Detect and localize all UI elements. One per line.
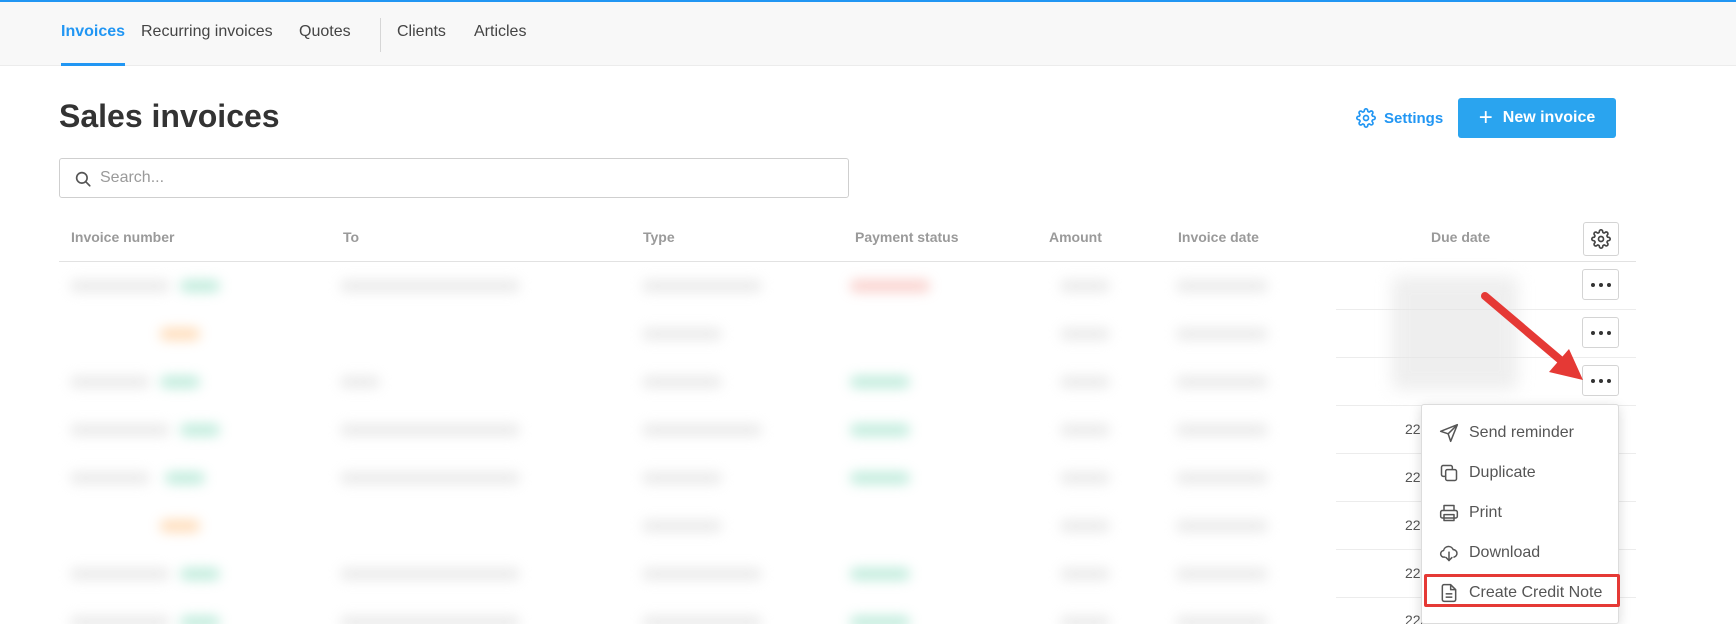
copy-icon — [1440, 464, 1458, 482]
menu-item-label: Duplicate — [1469, 464, 1536, 481]
menu-item-label: Send reminder — [1469, 424, 1574, 441]
menu-item-download[interactable]: Download — [1423, 534, 1619, 572]
send-icon — [1439, 423, 1459, 443]
menu-item-label: Create Credit Note — [1469, 584, 1603, 601]
menu-item-create-credit-note[interactable]: Create Credit Note — [1423, 574, 1619, 612]
document-icon — [1441, 583, 1457, 603]
download-icon — [1439, 545, 1458, 562]
printer-icon — [1439, 504, 1459, 522]
menu-item-label: Print — [1469, 504, 1502, 521]
menu-item-send-reminder[interactable]: Send reminder — [1423, 414, 1619, 452]
row-actions-menu: Send reminder Duplicate Print Download C… — [1421, 404, 1619, 624]
menu-item-label: Download — [1469, 544, 1541, 561]
menu-item-print[interactable]: Print — [1423, 494, 1619, 532]
menu-item-duplicate[interactable]: Duplicate — [1423, 454, 1619, 492]
